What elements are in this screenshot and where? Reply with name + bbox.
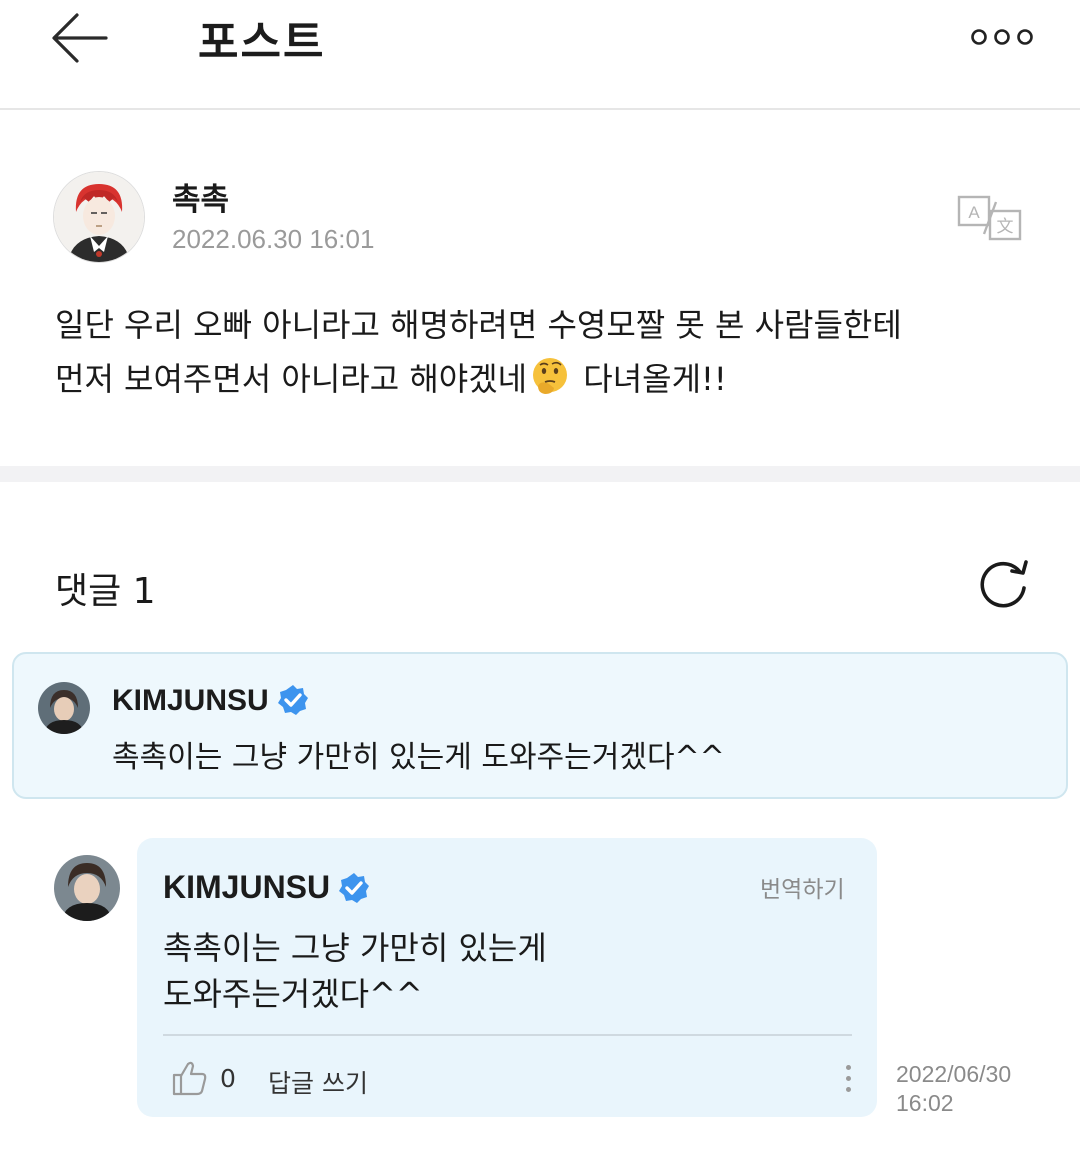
commenter-name[interactable]: KIMJUNSU xyxy=(163,869,370,906)
author-avatar[interactable] xyxy=(53,171,145,263)
post-body: 일단 우리 오빠 아니라고 해명하려면 수영모짤 못 본 사람들한테 먼저 보여… xyxy=(55,298,1045,406)
comment-time: 16:02 xyxy=(896,1090,954,1116)
translate-comment-link[interactable]: 번역하기 xyxy=(760,870,845,904)
comment-text: 촉촉이는 그냥 가만히 있는게 도와주는거겠다^^ xyxy=(163,925,683,1017)
commenter-name-text: KIMJUNSU xyxy=(112,684,269,717)
translate-icon: A 文 xyxy=(957,195,1022,241)
kebab-menu-icon[interactable] xyxy=(836,1058,860,1098)
post-body-line: 먼저 보여주면서 아니라고 해야겠네 다녀올게!! xyxy=(55,352,1045,406)
comment-timestamp: 2022/06/30 16:02 xyxy=(896,1060,1046,1118)
verified-badge-icon xyxy=(277,685,308,715)
comment-divider xyxy=(163,1034,852,1036)
page-title: 포스트 xyxy=(198,17,326,68)
comment-text-line: 도와주는거겠다^^ xyxy=(163,975,423,1013)
back-button[interactable] xyxy=(46,8,112,68)
more-options-button[interactable] xyxy=(964,20,1040,54)
avatar-image xyxy=(38,682,90,734)
translate-button[interactable]: A 文 xyxy=(956,194,1024,242)
comment-date: 2022/06/30 xyxy=(896,1061,1012,1087)
section-divider xyxy=(0,466,1080,482)
commenter-avatar[interactable] xyxy=(54,855,120,921)
post-body-text: 다녀올게!! xyxy=(573,360,727,398)
post-body-text: 먼저 보여주면서 아니라고 해야겠네 xyxy=(55,360,528,398)
post-author-name[interactable]: 촉촉 xyxy=(172,174,229,219)
commenter-avatar[interactable] xyxy=(38,682,90,734)
verified-badge-icon xyxy=(339,873,370,903)
post-timestamp: 2022.06.30 16:01 xyxy=(172,224,375,254)
post-body-line: 일단 우리 오빠 아니라고 해명하려면 수영모짤 못 본 사람들한테 xyxy=(55,306,902,344)
svg-text:A: A xyxy=(968,203,980,222)
comments-count-title: 댓글 1 xyxy=(55,571,156,612)
comment-text-line: 촉촉이는 그냥 가만히 있는게 xyxy=(163,929,547,967)
commenter-name[interactable]: KIMJUNSU xyxy=(112,684,309,718)
like-button[interactable] xyxy=(170,1058,210,1098)
avatar-image xyxy=(54,172,144,262)
commenter-name-text: KIMJUNSU xyxy=(163,869,331,905)
top-bar xyxy=(0,0,1080,110)
thumbs-up-icon xyxy=(172,1061,207,1096)
write-reply-button[interactable]: 답글 쓰기 xyxy=(268,1064,368,1100)
more-dots-icon xyxy=(971,29,1033,45)
svg-text:文: 文 xyxy=(997,217,1014,237)
like-count: 0 xyxy=(220,1064,236,1093)
pinned-comment-text: 촉촉이는 그냥 가만히 있는게 도와주는거겠다^^ xyxy=(112,740,725,775)
refresh-icon xyxy=(980,560,1028,608)
refresh-button[interactable] xyxy=(974,556,1034,612)
arrow-left-icon xyxy=(52,13,108,63)
pinned-comment-card[interactable] xyxy=(12,652,1068,799)
avatar-image xyxy=(54,855,120,921)
thinking-face-emoji xyxy=(533,358,568,394)
